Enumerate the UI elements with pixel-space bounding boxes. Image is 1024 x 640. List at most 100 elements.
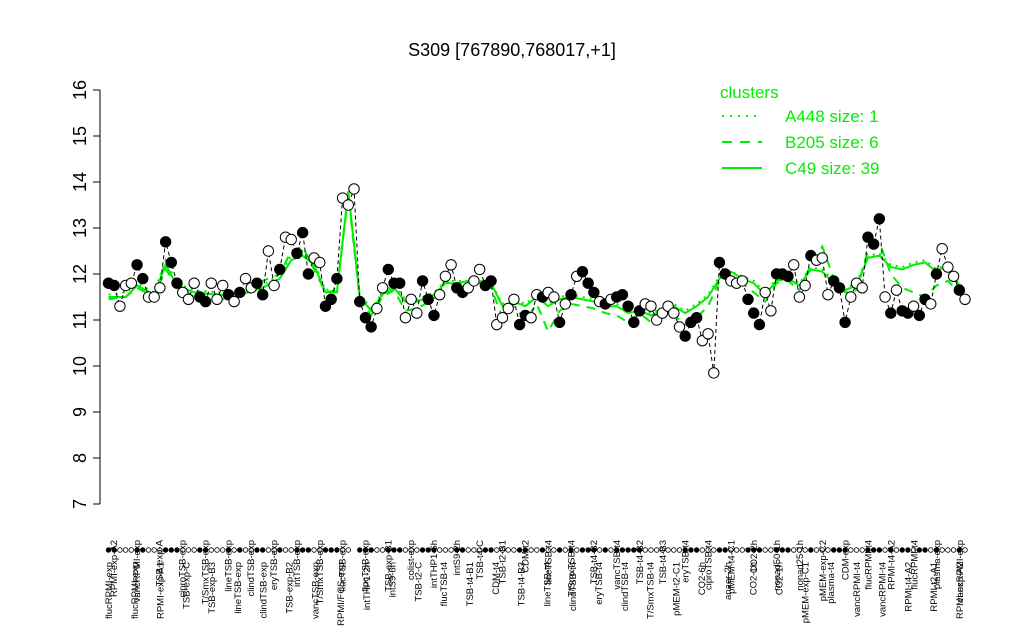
data-point bbox=[885, 307, 897, 319]
rug-marker bbox=[762, 547, 768, 553]
data-point bbox=[913, 309, 926, 322]
sample-label-bottom: RPMI-exp-A2 bbox=[955, 562, 966, 619]
sample-label-bottom: plasma-t4 bbox=[826, 562, 837, 604]
data-point bbox=[673, 321, 686, 333]
data-point bbox=[942, 261, 954, 273]
rug-marker bbox=[419, 547, 426, 553]
sample-label-bottom: flucTSB-t4 bbox=[439, 562, 450, 606]
data-point bbox=[702, 328, 714, 340]
data-point bbox=[205, 277, 217, 289]
sample-label-top: eryTSB-exp bbox=[269, 540, 280, 590]
sample-label-bottom: RPMI-t4-A2 bbox=[903, 562, 914, 612]
data-point bbox=[268, 279, 280, 292]
sample-label-bottom: vancRPMI-t4 bbox=[878, 562, 889, 617]
data-point bbox=[799, 279, 811, 292]
data-point bbox=[251, 277, 263, 289]
data-point bbox=[816, 252, 828, 264]
data-point bbox=[708, 367, 720, 379]
data-point bbox=[125, 277, 138, 289]
sample-label-bottom: anaer-2h bbox=[723, 562, 734, 600]
sample-label-bottom: CO2-6h bbox=[697, 562, 708, 595]
y-axis: 7 8 9 10 11 12 13 14 15 16 bbox=[70, 80, 101, 509]
chart-title: S309 [767890,768017,+1] bbox=[408, 40, 616, 60]
data-point bbox=[137, 272, 149, 285]
legend-label: A448 size: 1 bbox=[785, 107, 879, 126]
data-point bbox=[553, 316, 566, 328]
rug-marker bbox=[556, 547, 563, 553]
rug-marker bbox=[876, 547, 883, 553]
rug-marker bbox=[945, 547, 951, 553]
data-point bbox=[502, 302, 514, 315]
data-point bbox=[342, 199, 355, 211]
sample-label-bottom: TSB-t4-B3 bbox=[517, 562, 528, 606]
data-point bbox=[188, 277, 200, 289]
legend-title: clusters bbox=[720, 83, 779, 102]
data-point bbox=[793, 291, 806, 303]
data-point bbox=[416, 275, 429, 287]
data-point bbox=[822, 289, 834, 301]
y-tick-label: 11 bbox=[70, 311, 90, 330]
rug-marker bbox=[602, 547, 608, 553]
data-point bbox=[582, 277, 594, 289]
y-tick-label: 10 bbox=[70, 356, 90, 376]
rug-marker bbox=[671, 547, 677, 553]
rug-marker bbox=[808, 547, 814, 553]
data-point bbox=[148, 291, 160, 303]
sample-label-bottom: TSB-exp-C bbox=[181, 562, 192, 609]
data-point bbox=[354, 295, 366, 308]
data-point bbox=[365, 321, 377, 333]
data-point bbox=[211, 293, 223, 305]
data-point bbox=[748, 307, 760, 319]
y-tick-label: 15 bbox=[70, 126, 90, 146]
data-point bbox=[668, 307, 680, 319]
data-point bbox=[314, 256, 326, 269]
data-point bbox=[907, 300, 920, 312]
sample-label-top: CDM-exp bbox=[841, 540, 852, 580]
data-point bbox=[782, 270, 794, 282]
sample-label-bottom: clindTSB-exp bbox=[259, 562, 270, 619]
data-point bbox=[285, 233, 297, 246]
data-point bbox=[765, 305, 777, 317]
rug-marker bbox=[328, 547, 334, 553]
data-point bbox=[645, 300, 657, 312]
data-point bbox=[256, 289, 269, 301]
data-point bbox=[925, 298, 937, 310]
rug-marker bbox=[145, 547, 152, 553]
data-point bbox=[525, 312, 537, 324]
data-point bbox=[845, 291, 857, 303]
data-point bbox=[154, 282, 166, 294]
data-point bbox=[171, 277, 183, 289]
data-point bbox=[496, 312, 509, 324]
sample-label-bottom: CDM-t4 bbox=[491, 562, 502, 595]
sample-label-top: TSB-t4-C bbox=[475, 540, 486, 580]
sample-label-bottom: eryTSB-t4 bbox=[594, 562, 605, 605]
data-point bbox=[165, 256, 178, 269]
sample-label-bottom: CO2-1h bbox=[749, 562, 760, 595]
data-point bbox=[376, 282, 389, 294]
data-point bbox=[890, 284, 903, 296]
rug-marker bbox=[716, 547, 723, 553]
data-point bbox=[833, 282, 846, 294]
sample-label-bottom: TSB-t2-C bbox=[413, 562, 424, 602]
sample-label-bottom: TSB-t4-B1 bbox=[465, 562, 476, 606]
data-point bbox=[239, 272, 252, 285]
data-point bbox=[399, 312, 412, 324]
rug-marker bbox=[534, 547, 540, 553]
data-point bbox=[108, 279, 120, 292]
data-point bbox=[325, 293, 337, 305]
sample-label-bottom: RPMI-exp-A1 bbox=[156, 562, 167, 619]
data-point bbox=[839, 316, 851, 328]
data-point bbox=[331, 272, 343, 285]
legend: clusters A448 size: 1 B205 size: 6 C49 siz… bbox=[720, 83, 880, 178]
data-point bbox=[468, 275, 480, 287]
data-point bbox=[713, 256, 726, 269]
rug-marker bbox=[922, 547, 928, 553]
data-point bbox=[234, 286, 246, 299]
data-point bbox=[439, 270, 452, 282]
data-point bbox=[159, 236, 172, 248]
data-point bbox=[953, 284, 965, 296]
sample-label-bottom: flucRPMI-exp bbox=[130, 562, 141, 619]
sample-label-bottom: intS9-6h bbox=[388, 562, 399, 597]
data-point bbox=[759, 286, 771, 299]
data-point bbox=[873, 213, 886, 225]
